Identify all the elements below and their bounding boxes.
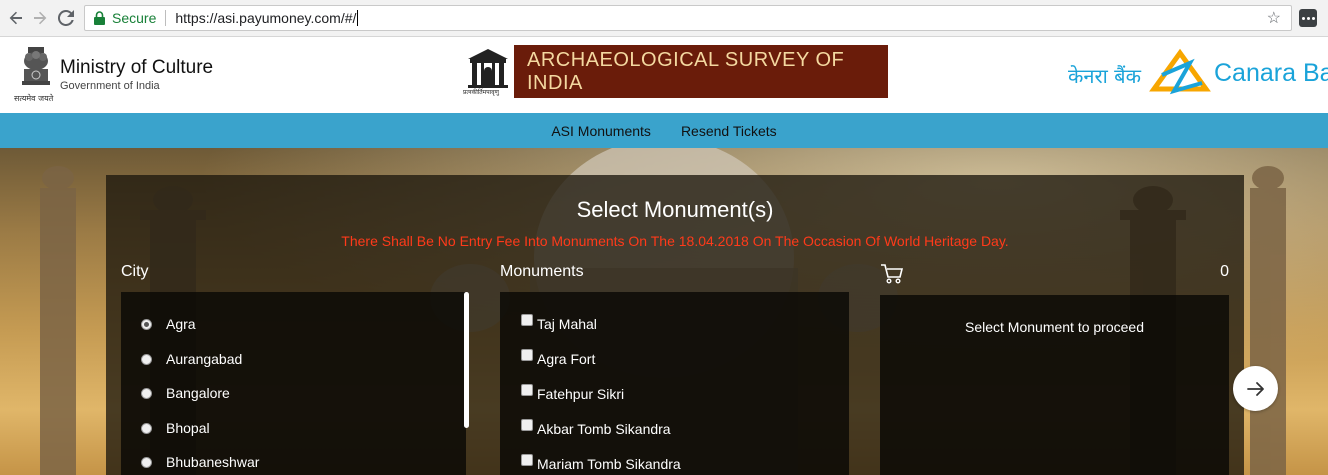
canara-triangle-icon <box>1149 48 1211 95</box>
next-button[interactable] <box>1233 366 1278 411</box>
city-option[interactable]: Bhopal <box>121 420 210 436</box>
checkbox[interactable] <box>521 384 533 396</box>
emblem-motto: सत्यमेव जयते <box>14 94 54 103</box>
city-label: Bangalore <box>166 385 230 401</box>
monument-option[interactable]: Fatehpur Sikri <box>500 384 625 402</box>
checkbox[interactable] <box>521 419 533 431</box>
city-list[interactable]: Agra Aurangabad Bangalore Bhopal Bhubane… <box>121 292 466 475</box>
city-label: Aurangabad <box>166 351 243 367</box>
cart-icon[interactable] <box>880 263 904 285</box>
asi-logo-icon: प्रत्नकीर्तिमपावृणु <box>462 45 514 98</box>
ministry-branding: Ministry of Culture Government of India <box>60 57 213 92</box>
monument-label: Agra Fort <box>537 351 596 367</box>
extension-icon[interactable] <box>1299 9 1317 27</box>
star-icon[interactable]: ☆ <box>1267 8 1281 28</box>
monument-label: Akbar Tomb Sikandra <box>537 421 671 437</box>
notice-text: There Shall Be No Entry Fee Into Monumen… <box>341 233 1009 249</box>
monuments-heading: Monuments <box>500 263 584 280</box>
city-label: Agra <box>166 316 196 332</box>
reload-icon[interactable] <box>54 6 78 30</box>
ministry-title: Ministry of Culture <box>60 57 214 78</box>
city-heading: City <box>121 263 149 280</box>
checkbox[interactable] <box>521 454 533 466</box>
panel-title: Select Monument(s) <box>576 197 774 222</box>
monument-label: Mariam Tomb Sikandra <box>537 456 681 472</box>
text-caret <box>357 10 359 26</box>
monument-selection-panel: Select Monument(s) There Shall Be No Ent… <box>106 175 1244 475</box>
asi-title: ARCHAEOLOGICAL SURVEY OF INDIA <box>527 48 845 94</box>
cart-empty-message: Select Monument to proceed <box>965 319 1144 335</box>
secure-label: Secure <box>112 10 157 26</box>
checkbox[interactable] <box>521 314 533 326</box>
site-header: सत्यमेव जयते Ministry of Culture Governm… <box>0 37 1328 113</box>
address-bar[interactable]: Secure https://asi.payumoney.com/#/ ☆ <box>84 5 1292 31</box>
radio-button[interactable] <box>141 422 152 434</box>
back-arrow-icon[interactable] <box>4 6 28 30</box>
forward-arrow-icon[interactable] <box>28 6 52 30</box>
monument-option[interactable]: Mariam Tomb Sikandra <box>500 454 681 472</box>
monument-label: Taj Mahal <box>537 316 597 332</box>
nav-asi-monuments[interactable]: ASI Monuments <box>551 123 651 139</box>
canara-hindi-text: केनरा बैंक <box>1068 64 1141 88</box>
nav-resend-tickets[interactable]: Resend Tickets <box>681 123 777 139</box>
ministry-subtitle: Government of India <box>60 80 160 92</box>
checkbox[interactable] <box>521 349 533 361</box>
cart-panel: Select Monument to proceed <box>880 295 1229 475</box>
cart-count: 0 <box>1220 263 1229 280</box>
monument-label: Fatehpur Sikri <box>537 386 625 402</box>
radio-button[interactable] <box>141 318 152 330</box>
canara-english-text: Canara Bank <box>1214 59 1328 87</box>
city-option[interactable]: Agra <box>121 316 196 332</box>
main-navbar: ASI Monuments Resend Tickets <box>0 113 1328 148</box>
city-label: Bhopal <box>166 420 210 436</box>
monument-option[interactable]: Agra Fort <box>500 349 596 367</box>
city-option[interactable]: Aurangabad <box>121 351 242 367</box>
canara-bank-logo: केनरा बैंक Canara Bank <box>1066 47 1328 103</box>
monument-option[interactable]: Taj Mahal <box>500 314 597 332</box>
browser-toolbar: Secure https://asi.payumoney.com/#/ ☆ <box>0 0 1328 37</box>
city-option[interactable]: Bangalore <box>121 385 230 401</box>
monuments-list[interactable]: Taj Mahal Agra Fort Fatehpur Sikri Akbar… <box>500 292 849 475</box>
asi-motto: प्रत्नकीर्तिमपावृणु <box>463 89 499 96</box>
radio-button[interactable] <box>141 456 152 468</box>
city-label: Bhubaneshwar <box>166 454 260 470</box>
radio-button[interactable] <box>141 353 152 365</box>
city-list-scrollbar[interactable] <box>464 292 469 428</box>
divider <box>165 10 167 26</box>
radio-button[interactable] <box>141 387 152 399</box>
monument-option[interactable]: Akbar Tomb Sikandra <box>500 419 671 437</box>
city-option[interactable]: Bhubaneshwar <box>121 454 259 470</box>
arrow-right-icon <box>1246 381 1264 396</box>
asi-banner: ARCHAEOLOGICAL SURVEY OF INDIA <box>514 45 888 98</box>
url-text[interactable]: https://asi.payumoney.com/#/ <box>175 10 356 26</box>
lock-icon <box>94 11 105 25</box>
